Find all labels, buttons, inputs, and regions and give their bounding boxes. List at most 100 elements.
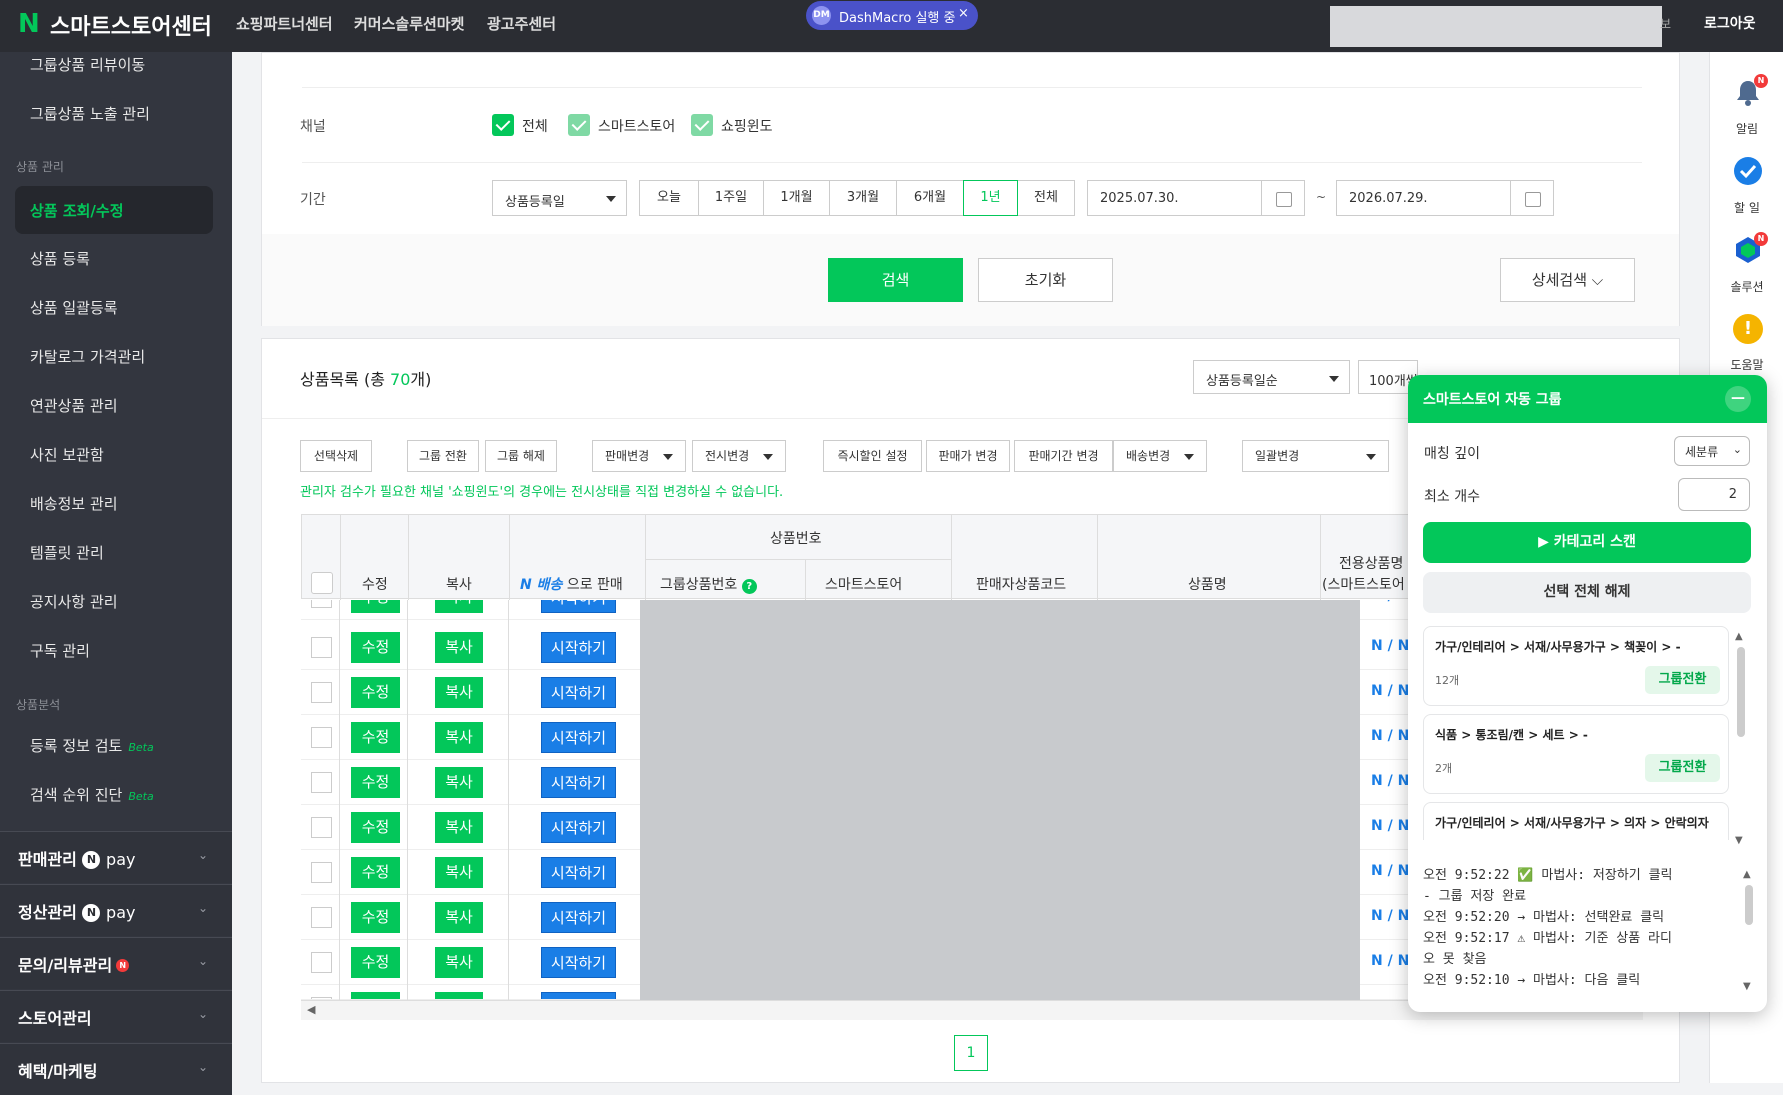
sidebar-item-info-review[interactable]: 등록 정보 검토 Beta	[30, 735, 154, 756]
sidebar-group-store[interactable]: 스토어관리 ⌄	[0, 990, 232, 1042]
period-today[interactable]: 오늘	[639, 180, 699, 216]
sidebar-item-product-search[interactable]: 상품 조회/수정	[15, 186, 213, 234]
panel-header[interactable]: 스마트스토어 자동 그룹 —	[1408, 375, 1767, 423]
log-scrollbar[interactable]	[1745, 885, 1753, 925]
matching-depth-select[interactable]: 세분류 ⌄	[1674, 436, 1750, 466]
row-start-button[interactable]: 시작하기	[541, 767, 616, 798]
clear-selection-button[interactable]: 선택 전체 해제	[1423, 572, 1751, 613]
row-checkbox[interactable]	[311, 772, 332, 793]
row-checkbox[interactable]	[311, 637, 332, 658]
period-1month[interactable]: 1개월	[763, 180, 830, 216]
row-copy-button[interactable]: 복사	[435, 857, 483, 888]
delete-selected-button[interactable]: 선택삭제	[300, 440, 372, 472]
sidebar-item-delivery-info[interactable]: 배송정보 관리	[30, 493, 118, 514]
row-start-button[interactable]: 시작하기	[541, 600, 616, 613]
sidebar-group-marketing[interactable]: 혜택/마케팅 ⌄	[0, 1043, 232, 1095]
row-start-button[interactable]: 시작하기	[541, 677, 616, 708]
group-convert-button[interactable]: 그룹전환	[1645, 754, 1720, 782]
list-item[interactable]: 가구/인테리어 > 서재/사무용가구 > 책꽂이 > - 12개 그룹전환	[1423, 626, 1729, 706]
sidebar-item-template[interactable]: 템플릿 관리	[30, 542, 104, 563]
period-type-select[interactable]: 상품등록일	[492, 180, 627, 216]
row-checkbox[interactable]	[311, 952, 332, 973]
row-checkbox[interactable]	[311, 907, 332, 928]
row-start-button[interactable]: 시작하기	[541, 722, 616, 753]
row-checkbox[interactable]	[311, 862, 332, 883]
sidebar-item-rank-diagnosis[interactable]: 검색 순위 진단 Beta	[30, 784, 154, 805]
row-checkbox[interactable]	[311, 600, 332, 608]
row-edit-button[interactable]: 수정	[351, 947, 400, 978]
sidebar-item-bulk-register[interactable]: 상품 일괄등록	[30, 297, 118, 318]
category-list-scrollbar[interactable]	[1737, 647, 1745, 737]
row-copy-button[interactable]: 복사	[435, 600, 483, 613]
bulk-change-select[interactable]: 일괄변경	[1242, 440, 1389, 472]
row-start-button[interactable]: 시작하기	[541, 812, 616, 843]
scroll-up-icon[interactable]: ▲	[1735, 631, 1743, 642]
min-count-input[interactable]: 2	[1678, 478, 1750, 511]
date-to-input[interactable]: 2026.07.29.	[1336, 180, 1511, 216]
row-checkbox[interactable]	[311, 727, 332, 748]
row-start-button[interactable]: 시작하기	[541, 947, 616, 978]
row-edit-button[interactable]: 수정	[351, 677, 400, 708]
scroll-down-icon[interactable]: ▼	[1735, 835, 1743, 846]
sidebar-group-inquiry[interactable]: 문의/리뷰관리 N ⌄	[0, 937, 232, 989]
date-from-input[interactable]: 2025.07.30.	[1087, 180, 1262, 216]
channel-smartstore-checkbox[interactable]	[568, 114, 590, 136]
sidebar-item-catalog-price[interactable]: 카탈로그 가격관리	[30, 346, 145, 367]
sidebar-item-related-product[interactable]: 연관상품 관리	[30, 395, 118, 416]
pagination-page-1[interactable]: 1	[954, 1035, 988, 1071]
sidebar-item-product-register[interactable]: 상품 등록	[30, 248, 90, 269]
row-copy-button[interactable]: 복사	[435, 722, 483, 753]
category-scan-button[interactable]: ▶ 카테고리 스캔	[1423, 522, 1751, 563]
row-start-button[interactable]: 시작하기	[541, 632, 616, 663]
row-start-button[interactable]: 시작하기	[541, 857, 616, 888]
list-item[interactable]: 가구/인테리어 > 서재/사무용가구 > 의자 > 안락의자 2개 그룹전환	[1423, 802, 1729, 840]
row-copy-button[interactable]: 복사	[435, 902, 483, 933]
nav-advertiser-center[interactable]: 광고주센터	[487, 13, 556, 34]
channel-window-checkbox[interactable]	[691, 114, 713, 136]
macro-close-icon[interactable]: ×	[958, 6, 969, 21]
delivery-change-select[interactable]: 배송변경	[1113, 440, 1207, 472]
sales-change-select[interactable]: 판매변경	[592, 440, 686, 472]
row-edit-button[interactable]: 수정	[351, 600, 400, 613]
calendar-icon[interactable]	[1261, 180, 1305, 216]
row-copy-button[interactable]: 복사	[435, 632, 483, 663]
row-checkbox[interactable]	[311, 682, 332, 703]
naver-logo-icon[interactable]: N	[18, 9, 40, 39]
row-edit-button[interactable]: 수정	[351, 857, 400, 888]
row-copy-button[interactable]: 복사	[435, 947, 483, 978]
row-edit-button[interactable]: 수정	[351, 992, 400, 999]
price-change-button[interactable]: 판매가 변경	[926, 440, 1010, 472]
list-item[interactable]: 식품 > 통조림/캔 > 세트 > - 2개 그룹전환	[1423, 714, 1729, 794]
row-copy-button[interactable]: 복사	[435, 677, 483, 708]
group-convert-button[interactable]: 그룹 전환	[407, 440, 479, 472]
sidebar-item-notice[interactable]: 공지사항 관리	[30, 591, 118, 612]
row-edit-button[interactable]: 수정	[351, 722, 400, 753]
help-icon[interactable]: !	[1733, 314, 1763, 344]
scroll-up-icon[interactable]: ▲	[1743, 869, 1751, 880]
sidebar-group-sales[interactable]: 판매관리 N pay ⌄	[0, 831, 232, 883]
row-start-button[interactable]: 시작하기	[541, 992, 616, 999]
row-copy-button[interactable]: 복사	[435, 767, 483, 798]
app-title[interactable]: 스마트스토어센터	[50, 9, 212, 41]
group-release-button[interactable]: 그룹 해제	[485, 440, 557, 472]
row-edit-button[interactable]: 수정	[351, 767, 400, 798]
search-button[interactable]: 검색	[828, 258, 963, 302]
row-copy-button[interactable]: 복사	[435, 812, 483, 843]
display-change-select[interactable]: 전시변경	[692, 440, 786, 472]
channel-all-checkbox[interactable]	[492, 114, 514, 136]
group-convert-button[interactable]: 그룹전환	[1645, 666, 1720, 694]
period-1week[interactable]: 1주일	[698, 180, 764, 216]
row-edit-button[interactable]: 수정	[351, 812, 400, 843]
sort-select[interactable]: 상품등록일순	[1193, 360, 1350, 394]
sidebar-group-settlement[interactable]: 정산관리 N pay ⌄	[0, 884, 232, 936]
row-edit-button[interactable]: 수정	[351, 632, 400, 663]
detail-search-button[interactable]: 상세검색 ⌵	[1500, 258, 1635, 302]
sidebar-item-subscription[interactable]: 구독 관리	[30, 640, 90, 661]
select-all-checkbox[interactable]	[311, 572, 333, 594]
sidebar-item-photo-storage[interactable]: 사진 보관함	[30, 444, 104, 465]
instant-discount-button[interactable]: 즉시할인 설정	[823, 440, 922, 472]
minimize-button[interactable]: —	[1725, 386, 1751, 412]
sidebar-item-group-review[interactable]: 그룹상품 리뷰이동	[30, 54, 145, 75]
nav-shopping-partner[interactable]: 쇼핑파트너센터	[236, 13, 333, 34]
nav-commerce-solution[interactable]: 커머스솔루션마켓	[354, 13, 464, 34]
